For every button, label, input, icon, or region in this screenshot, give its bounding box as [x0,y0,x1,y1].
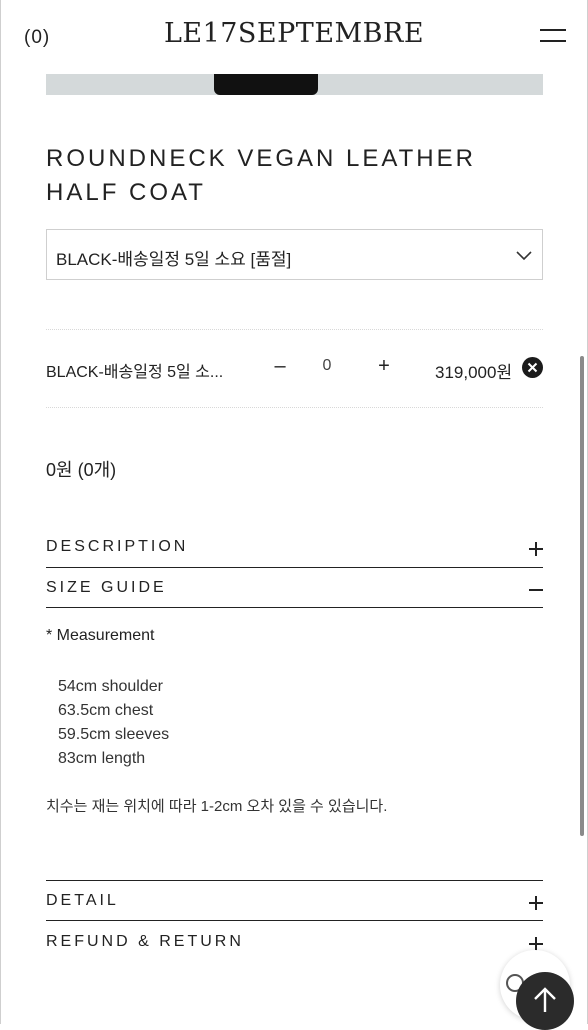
option-select[interactable]: BLACK-배송일정 5일 소요 [품절] [46,229,543,280]
accordion-size-guide[interactable]: SIZE GUIDE [46,579,167,597]
quantity-input[interactable]: 0 [316,357,338,375]
accordion-detail[interactable]: DETAIL [46,892,119,910]
size-guide-heading: * Measurement [46,627,155,644]
hamburger-icon[interactable] [540,27,566,43]
size-guide-note: 치수는 재는 위치에 따라 1-2cm 오차 있을 수 있습니다. [46,798,388,815]
divider [46,329,543,330]
divider [46,920,543,921]
product-title: ROUNDNECK VEGAN LEATHER HALF COAT [46,145,476,206]
accordion-refund-return[interactable]: REFUND & RETURN [46,933,244,951]
divider [46,567,543,568]
minus-icon[interactable] [529,583,543,597]
divider [46,407,543,408]
quantity-increase-button[interactable]: + [375,355,393,378]
size-item: 59.5cm sleeves [58,726,170,743]
option-row-name: BLACK-배송일정 5일 소... [46,364,224,381]
size-item: 83cm length [58,750,146,767]
total-price: 0원 (0개) [46,460,117,480]
option-row-price: 319,000원 [435,363,513,382]
size-guide-list: 54cm shoulder 63.5cm chest 59.5cm sleeve… [58,675,169,771]
plus-icon[interactable] [529,542,543,556]
plus-icon[interactable] [529,937,543,951]
brand-logo[interactable]: LE17SEPTEMBRE [0,18,588,49]
plus-icon[interactable] [529,896,543,910]
scrollbar[interactable] [580,356,584,836]
accordion-description[interactable]: DESCRIPTION [46,538,188,556]
close-circle-icon[interactable] [522,357,543,378]
option-select-value: BLACK-배송일정 5일 소요 [품절] [56,250,292,269]
size-item: 63.5cm chest [58,702,154,719]
product-image [46,74,543,95]
divider [46,880,543,881]
quantity-decrease-button[interactable]: – [271,355,289,378]
arrow-up-icon[interactable] [516,972,574,1030]
size-item: 54cm shoulder [58,678,163,695]
divider [46,607,543,608]
chevron-down-icon [516,251,532,261]
